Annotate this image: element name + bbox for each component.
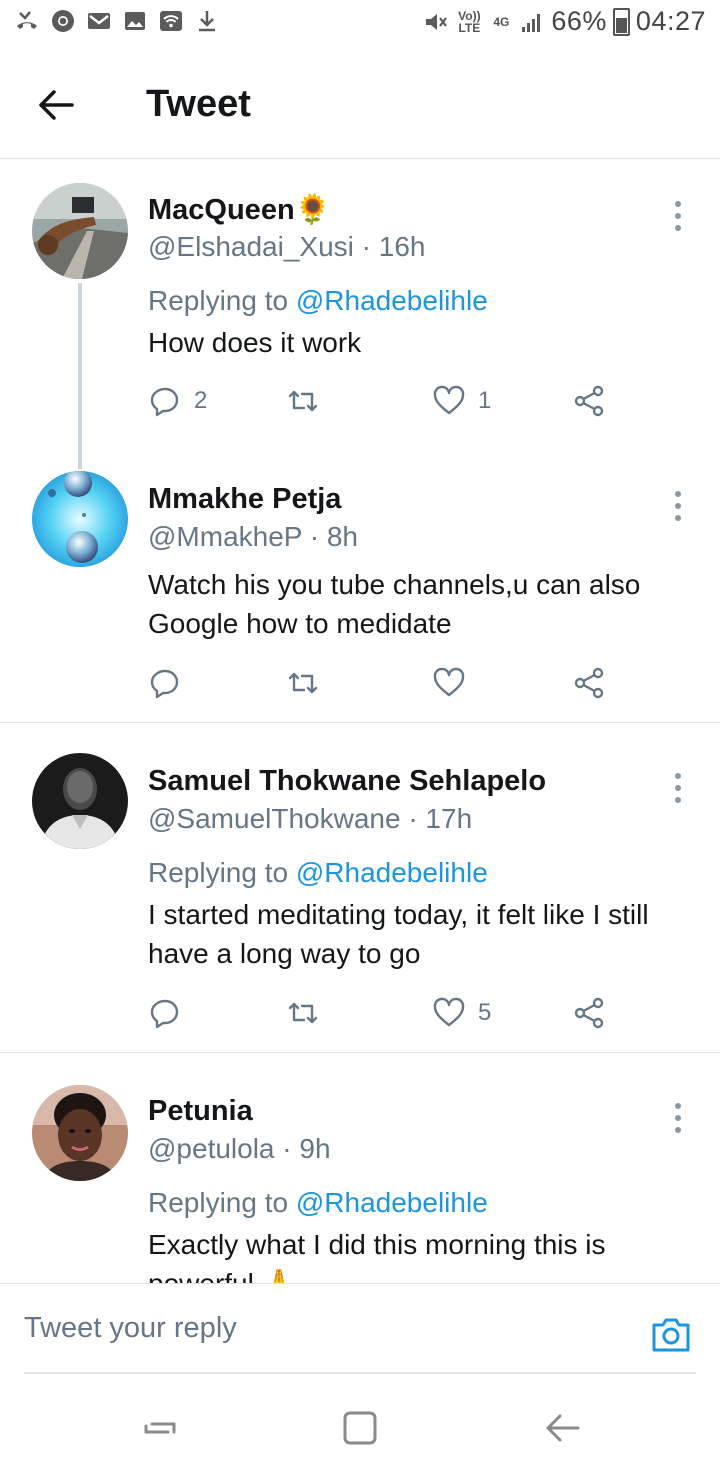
reply-icon (150, 387, 179, 417)
battery-percent: 66% (551, 6, 607, 36)
recent-apps-icon[interactable] (140, 1408, 180, 1448)
retweet-icon (288, 672, 318, 694)
avatar[interactable] (32, 753, 128, 849)
battery-icon (612, 7, 630, 36)
back-nav-icon[interactable] (542, 1408, 582, 1448)
download-icon (199, 11, 215, 32)
replying-to-label: Replying to (148, 285, 296, 316)
reply-composer (0, 1283, 720, 1376)
home-icon[interactable] (340, 1408, 380, 1448)
tweet-text: Exactly what I did this morning this is … (148, 1229, 606, 1283)
more-options-icon[interactable] (668, 771, 688, 805)
top-app-bar: Tweet (0, 50, 720, 159)
gallery-icon (125, 12, 145, 30)
status-right-icons: Vo)) LTE 4G 66% 04:27 (423, 6, 706, 37)
retweet-button[interactable] (286, 663, 332, 703)
mention-link[interactable]: @Rhadebelihle (296, 857, 488, 888)
replying-to-line: Replying to @Rhadebelihle (148, 1187, 488, 1219)
reply-icon (150, 669, 179, 699)
reply-input[interactable] (24, 1284, 696, 1374)
clock: 04:27 (635, 6, 706, 36)
share-icon (574, 385, 604, 417)
like-button[interactable]: 1 (432, 381, 491, 421)
author-name[interactable]: Samuel Thokwane Sehlapelo (148, 765, 546, 798)
tweet-text: Watch his you tube channels,u can also G… (148, 569, 641, 639)
page-title: Tweet (146, 83, 251, 125)
share-icon (574, 667, 604, 699)
camera-icon[interactable] (650, 1314, 692, 1354)
retweet-button[interactable] (286, 993, 332, 1033)
reply-button[interactable] (148, 663, 194, 703)
heart-icon (433, 997, 465, 1027)
network-type-label: 4G (493, 14, 510, 29)
author-handle[interactable]: @petulola · 9h (148, 1133, 331, 1165)
author-handle[interactable]: @Elshadai_Xusi · 16h (148, 231, 425, 263)
tweet-text: How does it work (148, 327, 362, 358)
like-button[interactable] (432, 663, 478, 703)
avatar[interactable] (32, 1085, 128, 1181)
volte-label: Vo)) LTE (458, 8, 481, 35)
share-button[interactable] (572, 993, 606, 1033)
retweet-icon (288, 390, 318, 412)
tweet-actions: 2 1 (148, 381, 618, 421)
gmail-icon (88, 13, 110, 29)
like-button[interactable]: 5 (432, 993, 491, 1033)
avatar[interactable] (32, 183, 128, 279)
heart-icon (433, 385, 465, 415)
missed-call-icon (17, 11, 37, 29)
reply-button[interactable] (148, 993, 194, 1033)
mute-icon (426, 13, 448, 30)
tweet-actions (148, 663, 618, 703)
avatar-image (32, 1085, 128, 1181)
avatar[interactable] (32, 471, 128, 567)
avatar-image (32, 471, 128, 567)
share-icon (574, 997, 604, 1029)
like-count: 5 (478, 999, 492, 1026)
retweet-button[interactable] (286, 381, 332, 421)
heart-icon (433, 667, 465, 697)
share-button[interactable] (572, 381, 606, 421)
wifi-icon (160, 11, 182, 31)
reply-button[interactable]: 2 (148, 381, 207, 421)
tweet-text: I started meditating today, it felt like… (148, 899, 649, 969)
mention-link[interactable]: @Rhadebelihle (296, 285, 488, 316)
replying-to-line: Replying to @Rhadebelihle (148, 857, 488, 889)
tweet-item[interactable]: Mmakhe Petja @MmakheP · 8h Watch his you… (0, 459, 720, 721)
more-options-icon[interactable] (668, 199, 688, 233)
status-left-icons (14, 8, 220, 34)
tweet-item[interactable]: Petunia @petulola · 9h Replying to @Rhad… (0, 1053, 720, 1283)
back-arrow-icon[interactable] (34, 83, 78, 127)
tweet-item[interactable]: Samuel Thokwane Sehlapelo @SamuelThokwan… (0, 723, 720, 1051)
retweet-icon (288, 1002, 318, 1024)
author-name[interactable]: MacQueen🌻 (148, 193, 331, 227)
signal-icon (522, 13, 541, 32)
replying-to-label: Replying to (148, 1187, 296, 1218)
tweet-actions: 5 (148, 993, 618, 1033)
reply-count: 2 (194, 387, 208, 414)
more-options-icon[interactable] (668, 489, 688, 523)
author-name[interactable]: Petunia (148, 1095, 253, 1128)
author-name[interactable]: Mmakhe Petja (148, 483, 341, 516)
replies-feed[interactable]: MacQueen🌻 @Elshadai_Xusi · 16h Replying … (0, 159, 720, 1283)
system-nav-bar (0, 1378, 720, 1480)
mention-link[interactable]: @Rhadebelihle (296, 1187, 488, 1218)
status-bar: Vo)) LTE 4G 66% 04:27 (0, 0, 720, 50)
reply-icon (150, 999, 179, 1029)
chrome-icon (52, 10, 74, 32)
avatar-image (32, 753, 128, 849)
author-handle[interactable]: @SamuelThokwane · 17h (148, 803, 472, 835)
avatar-image (32, 183, 128, 279)
more-options-icon[interactable] (668, 1101, 688, 1135)
replying-to-line: Replying to @Rhadebelihle (148, 285, 488, 317)
tweet-item[interactable]: MacQueen🌻 @Elshadai_Xusi · 16h Replying … (0, 159, 720, 459)
share-button[interactable] (572, 663, 606, 703)
replying-to-label: Replying to (148, 857, 296, 888)
author-handle[interactable]: @MmakheP · 8h (148, 521, 358, 553)
like-count: 1 (478, 387, 492, 414)
